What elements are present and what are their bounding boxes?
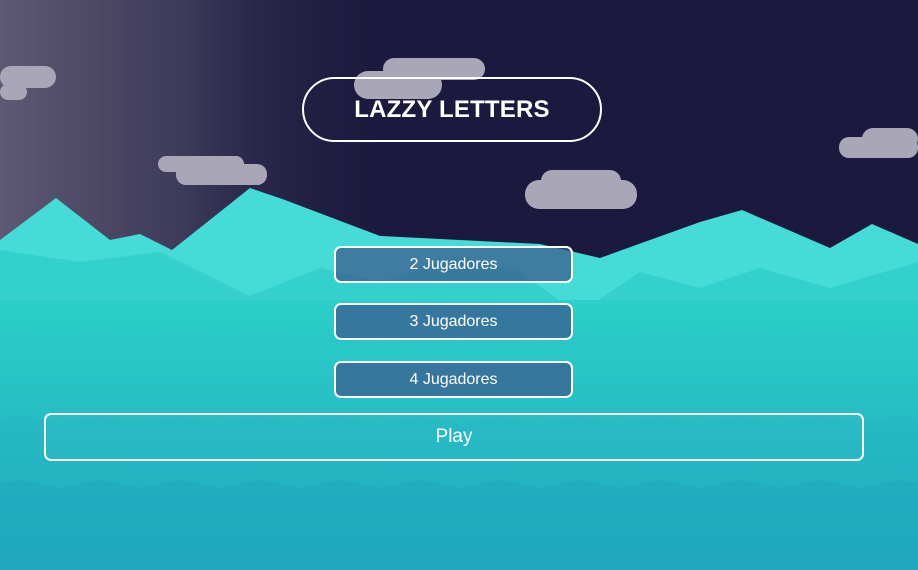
three-players-button[interactable]: 3 Jugadores <box>334 303 573 340</box>
play-button[interactable]: Play <box>44 413 864 461</box>
cloud <box>176 164 267 185</box>
four-players-button[interactable]: 4 Jugadores <box>334 361 573 398</box>
two-players-button[interactable]: 2 Jugadores <box>334 246 573 283</box>
game-title: LAZZY LETTERS <box>302 77 602 142</box>
sea-wave <box>0 480 918 570</box>
cloud <box>525 180 637 209</box>
cloud <box>839 137 918 158</box>
cloud <box>0 84 27 100</box>
